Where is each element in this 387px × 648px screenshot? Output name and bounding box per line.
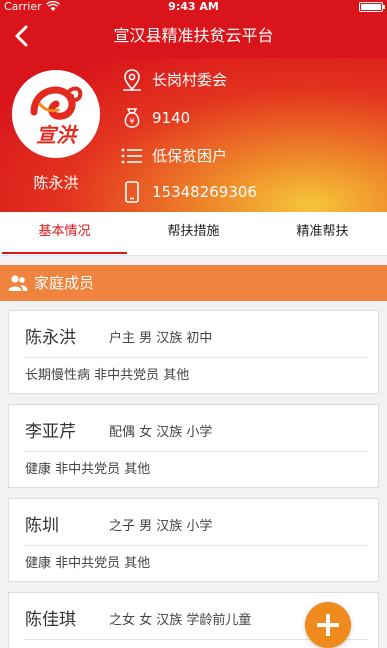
tab-basic-info[interactable]: 基本情况 (0, 212, 129, 255)
profile-header: 宣洪 陈永洪 长岗村委会 ¥ 9140 低保贫困户 15348269306 (0, 58, 387, 212)
member-detail: 配偶 女 汉族 小学 (109, 425, 213, 440)
amount-value: 9140 (152, 109, 191, 127)
clock: 9:43 AM (168, 0, 219, 13)
divider (25, 451, 368, 452)
divider (25, 357, 368, 358)
status-bar: Carrier 9:43 AM (0, 0, 387, 14)
tab-label: 帮扶措施 (167, 224, 220, 239)
member-detail: 之子 男 汉族 小学 (109, 519, 213, 534)
tab-targeted-assistance[interactable]: 精准帮扶 (258, 212, 387, 255)
member-card[interactable]: 陈永洪 户主 男 汉族 初中 长期慢性病 非中共党员 其他 (8, 310, 379, 394)
section-title: 家庭成员 (34, 274, 95, 292)
list-icon (121, 148, 142, 164)
member-card[interactable]: 陈圳 之子 男 汉族 小学 健康 非中共党员 其他 (8, 498, 379, 582)
member-detail: 户主 男 汉族 初中 (109, 331, 213, 346)
user-name: 陈永洪 (33, 174, 79, 192)
member-detail: 之女 女 汉族 学龄前儿童 (109, 613, 252, 628)
divider (25, 545, 368, 546)
active-tab-indicator (2, 252, 127, 254)
member-name: 陈永洪 (25, 328, 76, 348)
tab-assistance-measures[interactable]: 帮扶措施 (129, 212, 258, 255)
member-name: 李亚芹 (25, 422, 76, 442)
phone-value[interactable]: 15348269306 (152, 178, 257, 206)
money-bag-icon: ¥ (124, 108, 140, 128)
svg-text:¥: ¥ (129, 117, 134, 126)
phone-icon (125, 181, 139, 203)
logo-graphic: 宣洪 (12, 70, 100, 158)
village-value: 长岗村委会 (152, 71, 228, 89)
page-title: 宣汉县精准扶贫云平台 (113, 26, 274, 45)
info-phone: 15348269306 (120, 178, 380, 206)
member-name: 陈圳 (25, 516, 59, 536)
member-card[interactable]: 李亚芹 配偶 女 汉族 小学 健康 非中共党员 其他 (8, 404, 379, 488)
logo: 宣洪 (12, 70, 100, 158)
member-extra: 健康 非中共党员 其他 (25, 462, 151, 477)
info-village: 长岗村委会 (120, 66, 380, 94)
location-icon (123, 69, 141, 91)
plus-icon-vertical (326, 614, 330, 636)
family-icon (8, 275, 28, 291)
add-button[interactable] (305, 602, 351, 648)
tab-label: 精准帮扶 (296, 224, 349, 239)
nav-bar: 宣汉县精准扶贫云平台 (0, 14, 387, 58)
section-header-family: 家庭成员 (0, 265, 387, 301)
category-value: 低保贫困户 (152, 147, 228, 165)
tab-label: 基本情况 (38, 224, 91, 239)
tab-bar: 基本情况 帮扶措施 精准帮扶 (0, 212, 387, 256)
info-amount: ¥ 9140 (120, 104, 380, 132)
info-category: 低保贫困户 (120, 142, 380, 170)
member-name: 陈佳琪 (25, 610, 76, 630)
battery-icon (359, 2, 385, 12)
member-extra: 健康 非中共党员 其他 (25, 556, 151, 571)
logo-text: 宣洪 (36, 123, 79, 147)
member-extra: 长期慢性病 非中共党员 其他 (25, 368, 190, 383)
